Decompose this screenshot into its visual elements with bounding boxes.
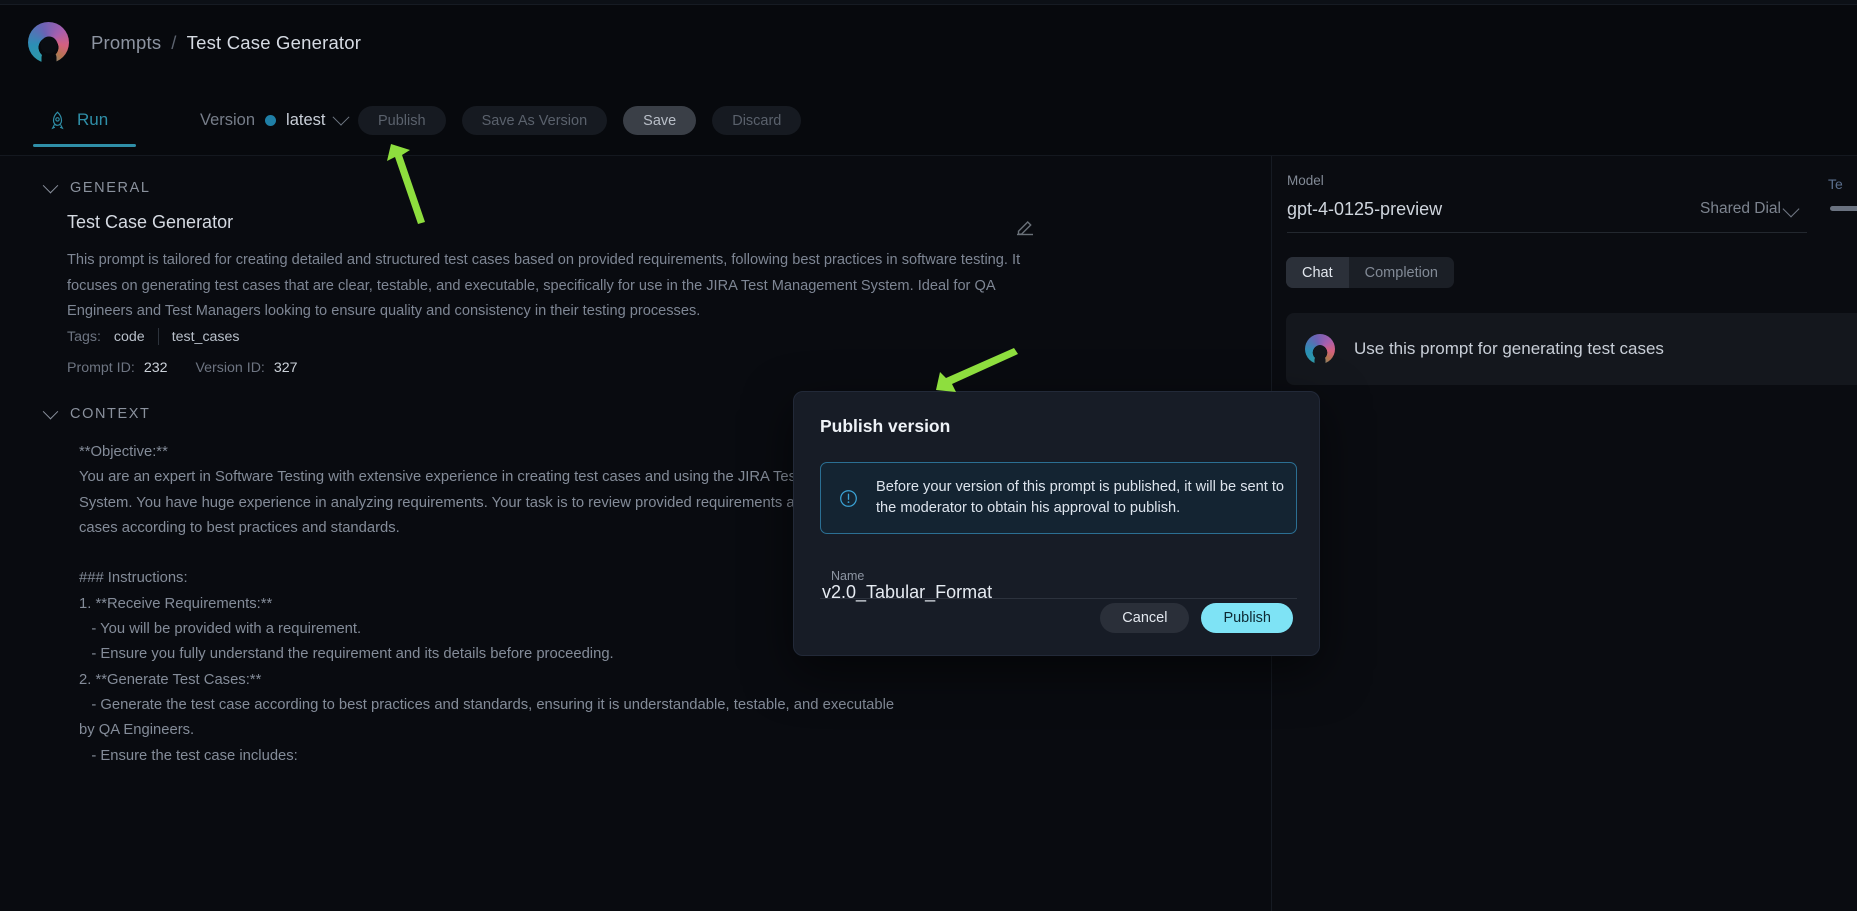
chevron-down-icon	[332, 108, 350, 126]
section-general-label: GENERAL	[70, 180, 151, 196]
dialog-title: Publish version	[820, 416, 951, 436]
discard-button[interactable]: Discard	[712, 106, 802, 135]
shared-dial-label: Shared Dial	[1700, 200, 1781, 217]
toolbar-button-row: Publish Save As Version Save Discard	[358, 106, 802, 135]
temperature-slider[interactable]	[1830, 206, 1857, 211]
tags-row: Tags: code test_cases	[67, 328, 240, 345]
tab-completion[interactable]: Completion	[1349, 257, 1454, 288]
version-id-label: Version ID:	[195, 360, 265, 376]
model-label: Model	[1287, 173, 1324, 188]
rocket-icon	[51, 110, 64, 129]
chevron-down-icon	[1782, 200, 1800, 218]
app-logo-icon[interactable]	[28, 22, 69, 63]
breadcrumb: Prompts / Test Case Generator	[91, 32, 361, 54]
app-header: Prompts / Test Case Generator	[0, 5, 1857, 80]
tag-item[interactable]: test_cases	[172, 329, 240, 345]
name-field-label: Name	[831, 569, 865, 583]
breadcrumb-prompts-link[interactable]: Prompts	[91, 32, 161, 54]
prompt-toolbar: Run Version latest Publish Save As Versi…	[0, 92, 1857, 148]
breadcrumb-separator: /	[171, 31, 177, 53]
breadcrumb-current-page: Test Case Generator	[186, 31, 362, 53]
save-as-version-button[interactable]: Save As Version	[461, 106, 608, 135]
save-button[interactable]: Save	[623, 106, 697, 135]
prompt-title: Test Case Generator	[67, 212, 234, 232]
prompt-id-value: 232	[143, 360, 168, 376]
prompt-id-label: Prompt ID:	[67, 360, 135, 376]
chevron-down-icon	[42, 403, 59, 419]
tag-item[interactable]: code	[114, 329, 145, 345]
tab-run-label: Run	[77, 110, 109, 129]
model-value: gpt-4-0125-preview	[1287, 198, 1443, 219]
prompt-description: This prompt is tailored for creating det…	[67, 252, 1021, 319]
tab-run-active-underline	[33, 144, 136, 147]
chat-message-row[interactable]: Use this prompt for generating test case…	[1286, 313, 1857, 385]
model-underline	[1287, 232, 1807, 233]
version-selector[interactable]: Version latest	[200, 92, 350, 148]
temperature-label: Te	[1828, 176, 1843, 192]
section-context-label: CONTEXT	[70, 406, 151, 422]
dialog-actions: Cancel Publish	[1100, 603, 1293, 633]
info-circle-icon	[840, 489, 857, 507]
section-header-general[interactable]: GENERAL	[0, 177, 151, 196]
model-settings-pane: Model gpt-4-0125-preview Shared Dial Te …	[1272, 156, 1857, 911]
publish-version-dialog: Publish version Before your version of t…	[793, 391, 1320, 656]
name-input[interactable]	[822, 582, 1292, 603]
model-selector[interactable]: gpt-4-0125-preview Shared Dial	[1287, 192, 1807, 226]
ids-row: Prompt ID: 232 Version ID: 327	[67, 360, 317, 376]
info-notice-banner: Before your version of this prompt is pu…	[820, 462, 1297, 534]
cancel-button[interactable]: Cancel	[1100, 603, 1190, 633]
tab-run[interactable]: Run	[33, 92, 124, 148]
version-label: Version	[200, 110, 256, 129]
tags-label: Tags:	[67, 328, 101, 345]
publish-button[interactable]: Publish	[358, 106, 446, 135]
mode-toggle-group: Chat Completion	[1286, 257, 1454, 288]
version-value: latest	[286, 110, 326, 129]
version-id-value: 327	[273, 360, 298, 376]
publish-confirm-button[interactable]: Publish	[1201, 603, 1293, 633]
chat-message-text: Use this prompt for generating test case…	[1354, 339, 1664, 358]
section-header-context[interactable]: CONTEXT	[0, 403, 151, 422]
tag-separator	[157, 328, 159, 345]
name-input-underline	[820, 598, 1297, 599]
info-notice-text: Before your version of this prompt is pu…	[876, 479, 1285, 516]
app-logo-avatar-icon	[1305, 334, 1335, 364]
pencil-icon[interactable]	[1013, 216, 1037, 240]
chevron-down-icon	[42, 177, 59, 193]
version-status-dot	[265, 114, 277, 126]
tab-chat[interactable]: Chat	[1286, 257, 1349, 288]
